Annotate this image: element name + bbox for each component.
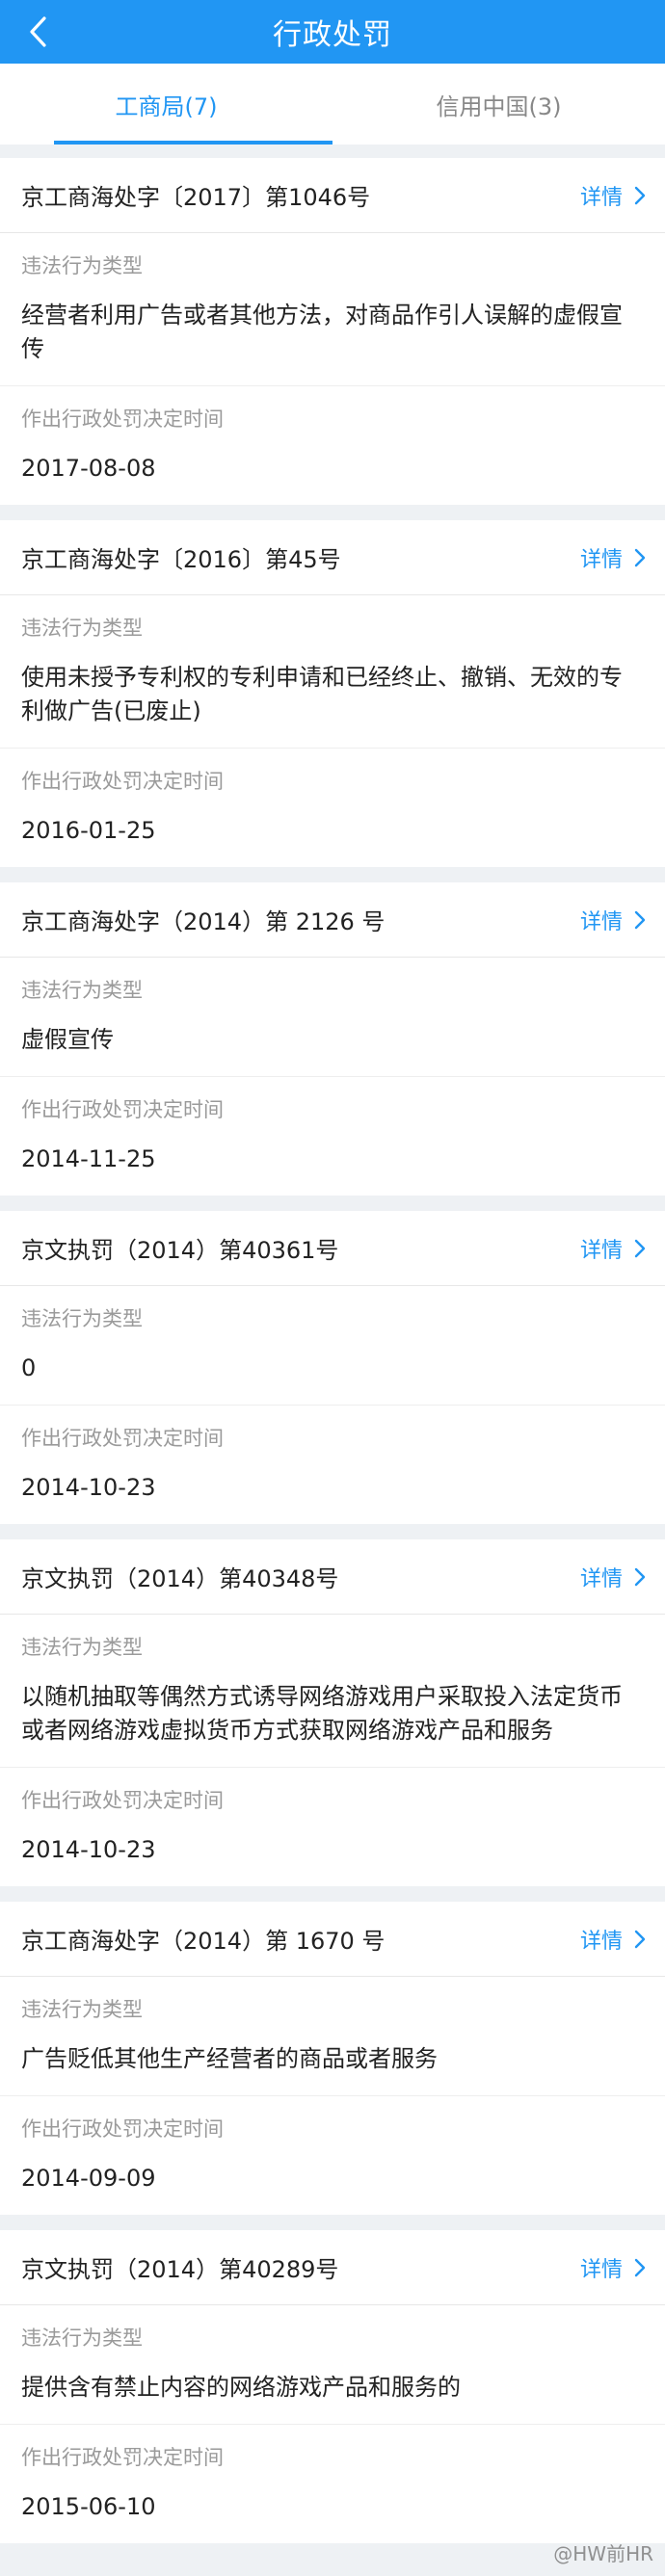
decision-number: 京工商海处字〔2017〕第1046号 (21, 184, 371, 211)
detail-link[interactable]: 详情 (580, 180, 646, 211)
record-header: 京文执罚（2014）第40348号 详情 (0, 1539, 665, 1615)
violation-type-label: 违法行为类型 (21, 979, 143, 1002)
decision-date-field: 作出行政处罚决定时间 2014-09-09 (0, 2096, 665, 2215)
decision-date-value: 2014-11-25 (21, 1145, 156, 1172)
violation-type-value: 使用未授予专利权的专利申请和已经终止、撤销、无效的专利做广告(已废止) (21, 664, 623, 724)
violation-type-field: 违法行为类型 使用未授予专利权的专利申请和已经终止、撤销、无效的专利做广告(已废… (0, 595, 665, 749)
penalty-record-card: 京工商海处字〔2017〕第1046号 详情 违法行为类型 经营者利用广告或者其他… (0, 158, 665, 505)
decision-date-label: 作出行政处罚决定时间 (21, 2117, 224, 2141)
decision-date-value: 2015-06-10 (21, 2493, 156, 2520)
decision-date-label: 作出行政处罚决定时间 (21, 1098, 224, 1121)
decision-date-label: 作出行政处罚决定时间 (21, 770, 224, 793)
violation-type-field: 违法行为类型 以随机抽取等偶然方式诱导网络游戏用户采取投入法定货币或者网络游戏虚… (0, 1615, 665, 1768)
chevron-right-icon (634, 1239, 646, 1257)
detail-label: 详情 (579, 2257, 623, 2282)
record-header: 京文执罚（2014）第40289号 详情 (0, 2230, 665, 2305)
violation-type-label: 违法行为类型 (21, 1998, 143, 2021)
record-header: 京工商海处字（2014）第 2126 号 详情 (0, 882, 665, 958)
decision-number: 京工商海处字〔2016〕第45号 (21, 546, 341, 573)
violation-type-field: 违法行为类型 0 (0, 1286, 665, 1406)
detail-link[interactable]: 详情 (580, 2252, 646, 2283)
penalty-record-card: 京工商海处字〔2016〕第45号 详情 违法行为类型 使用未授予专利权的专利申请… (0, 520, 665, 867)
tab-industry-commerce[interactable]: 工商局(7) (0, 64, 332, 145)
violation-type-field: 违法行为类型 广告贬低其他生产经营者的商品或者服务 (0, 1977, 665, 2096)
violation-type-value: 提供含有禁止内容的网络游戏产品和服务的 (21, 2374, 461, 2401)
tab-bar: 工商局(7) 信用中国(3) (0, 64, 665, 145)
decision-date-field: 作出行政处罚决定时间 2016-01-25 (0, 749, 665, 867)
chevron-right-icon (634, 548, 646, 566)
watermark: @HW前HR (553, 2542, 653, 2565)
tab-credit-china[interactable]: 信用中国(3) (332, 64, 665, 145)
penalty-record-card: 京文执罚（2014）第40289号 详情 违法行为类型 提供含有禁止内容的网络游… (0, 2230, 665, 2543)
decision-number: 京工商海处字（2014）第 1670 号 (21, 1928, 386, 1955)
decision-date-value: 2014-10-23 (21, 1474, 156, 1501)
violation-type-field: 违法行为类型 虚假宣传 (0, 958, 665, 1077)
back-button[interactable] (13, 0, 62, 64)
violation-type-value: 虚假宣传 (21, 1026, 114, 1053)
top-bar: 行政处罚 (0, 0, 665, 64)
detail-link[interactable]: 详情 (580, 542, 646, 573)
violation-type-label: 违法行为类型 (21, 254, 143, 277)
violation-type-value: 广告贬低其他生产经营者的商品或者服务 (21, 2045, 438, 2072)
decision-date-label: 作出行政处罚决定时间 (21, 1427, 224, 1450)
decision-date-label: 作出行政处罚决定时间 (21, 407, 224, 431)
chevron-right-icon (634, 1930, 646, 1948)
decision-date-value: 2017-08-08 (21, 455, 156, 482)
decision-date-field: 作出行政处罚决定时间 2014-10-23 (0, 1768, 665, 1886)
decision-number: 京工商海处字（2014）第 2126 号 (21, 908, 386, 935)
detail-label: 详情 (579, 1929, 623, 1954)
violation-type-value: 0 (21, 1354, 37, 1381)
decision-date-field: 作出行政处罚决定时间 2014-11-25 (0, 1077, 665, 1196)
violation-type-label: 违法行为类型 (21, 2326, 143, 2350)
decision-date-label: 作出行政处罚决定时间 (21, 1789, 224, 1812)
detail-link[interactable]: 详情 (580, 1233, 646, 1264)
decision-date-field: 作出行政处罚决定时间 2015-06-10 (0, 2425, 665, 2543)
decision-date-value: 2016-01-25 (21, 817, 156, 844)
violation-type-value: 经营者利用广告或者其他方法，对商品作引人误解的虚假宣传 (21, 302, 623, 362)
detail-link[interactable]: 详情 (580, 905, 646, 935)
chevron-right-icon (634, 2258, 646, 2276)
decision-number: 京文执罚（2014）第40361号 (21, 1237, 339, 1264)
detail-link[interactable]: 详情 (580, 1924, 646, 1955)
record-header: 京工商海处字（2014）第 1670 号 详情 (0, 1902, 665, 1977)
detail-label: 详情 (579, 547, 623, 572)
chevron-right-icon (634, 186, 646, 204)
decision-date-value: 2014-09-09 (21, 2165, 156, 2192)
violation-type-field: 违法行为类型 经营者利用广告或者其他方法，对商品作引人误解的虚假宣传 (0, 233, 665, 386)
violation-type-value: 以随机抽取等偶然方式诱导网络游戏用户采取投入法定货币或者网络游戏虚拟货币方式获取… (21, 1683, 623, 1744)
chevron-left-icon (30, 16, 46, 47)
violation-type-field: 违法行为类型 提供含有禁止内容的网络游戏产品和服务的 (0, 2305, 665, 2425)
detail-label: 详情 (579, 1238, 623, 1263)
penalty-record-card: 京文执罚（2014）第40348号 详情 违法行为类型 以随机抽取等偶然方式诱导… (0, 1539, 665, 1886)
decision-date-field: 作出行政处罚决定时间 2017-08-08 (0, 386, 665, 505)
divider (0, 145, 665, 158)
decision-number: 京文执罚（2014）第40348号 (21, 1565, 339, 1592)
penalty-record-card: 京工商海处字（2014）第 1670 号 详情 违法行为类型 广告贬低其他生产经… (0, 1902, 665, 2215)
penalty-record-card: 京文执罚（2014）第40361号 详情 违法行为类型 0 作出行政处罚决定时间… (0, 1211, 665, 1524)
chevron-right-icon (634, 910, 646, 929)
penalty-record-card: 京工商海处字（2014）第 2126 号 详情 违法行为类型 虚假宣传 作出行政… (0, 882, 665, 1196)
detail-label: 详情 (579, 909, 623, 934)
detail-label: 详情 (579, 1566, 623, 1591)
violation-type-label: 违法行为类型 (21, 617, 143, 640)
decision-date-label: 作出行政处罚决定时间 (21, 2446, 224, 2469)
violation-type-label: 违法行为类型 (21, 1307, 143, 1330)
record-header: 京工商海处字〔2017〕第1046号 详情 (0, 158, 665, 233)
decision-date-value: 2014-10-23 (21, 1836, 156, 1863)
record-header: 京文执罚（2014）第40361号 详情 (0, 1211, 665, 1286)
detail-link[interactable]: 详情 (580, 1562, 646, 1592)
record-list: 京工商海处字〔2017〕第1046号 详情 违法行为类型 经营者利用广告或者其他… (0, 158, 665, 2543)
chevron-right-icon (634, 1567, 646, 1586)
record-header: 京工商海处字〔2016〕第45号 详情 (0, 520, 665, 595)
detail-label: 详情 (579, 185, 623, 210)
page-title: 行政处罚 (273, 18, 392, 52)
app-screen: 行政处罚 工商局(7) 信用中国(3) 京工商海处字〔2017〕第1046号 详… (0, 0, 665, 2576)
decision-date-field: 作出行政处罚决定时间 2014-10-23 (0, 1406, 665, 1524)
decision-number: 京文执罚（2014）第40289号 (21, 2256, 339, 2283)
violation-type-label: 违法行为类型 (21, 1636, 143, 1659)
